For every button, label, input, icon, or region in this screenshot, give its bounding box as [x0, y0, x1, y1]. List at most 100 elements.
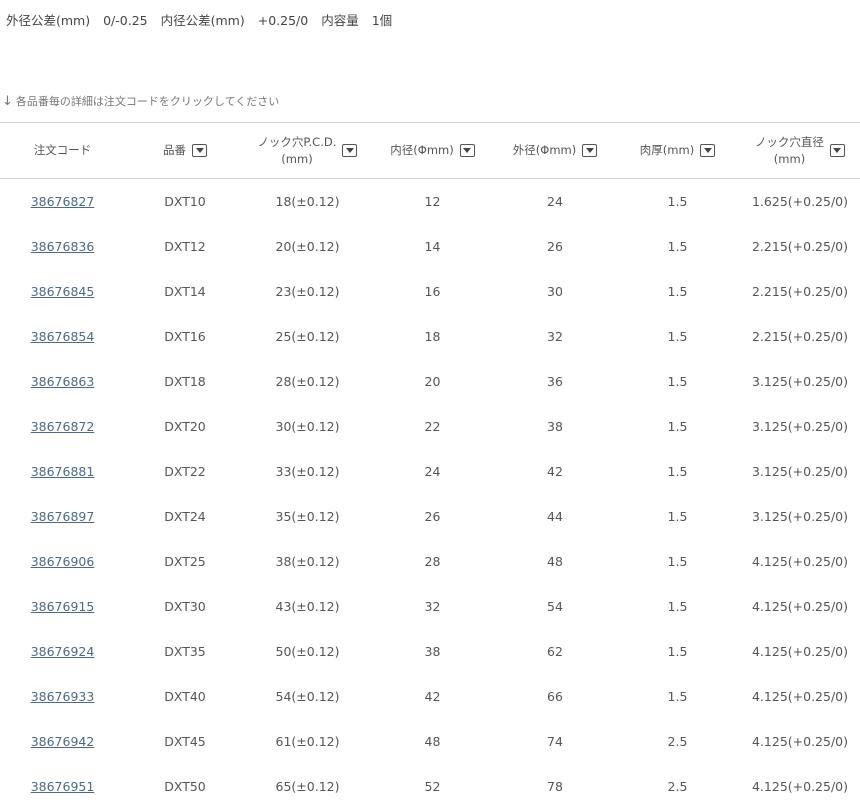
filter-dropdown-button[interactable] — [459, 144, 475, 157]
table-row: 38676854 DXT16 25(±0.12) 18 32 1.5 2.215(+0.25… — [0, 314, 860, 359]
cell-thickness: 1.5 — [667, 553, 688, 569]
cell-part-number: DXT14 — [164, 283, 206, 299]
cell-part-number: DXT22 — [164, 463, 206, 479]
cell-inner-diameter: 28 — [424, 553, 441, 569]
cell-outer-diameter: 74 — [547, 733, 563, 749]
cell-outer-diameter: 54 — [547, 598, 563, 614]
cell-part-number: DXT30 — [164, 598, 206, 614]
outer-tolerance-label: 外径公差(mm) — [6, 13, 91, 28]
order-code-link[interactable]: 38676942 — [31, 734, 95, 749]
column-header-text: ノック穴P.C.D. (mm) — [258, 134, 337, 168]
column-header-label: 外径(Φmm) — [512, 143, 577, 157]
table-body: 38676827 DXT10 18(±0.12) 12 24 1.5 1.625(+0.25… — [0, 179, 860, 809]
cell-inner-diameter: 20 — [424, 373, 441, 389]
order-code-link[interactable]: 38676836 — [31, 239, 95, 254]
cell-inner-diameter: 22 — [424, 418, 441, 434]
cell-thickness: 1.5 — [667, 238, 688, 254]
table-row: 38676897 DXT24 35(±0.12) 26 44 1.5 3.125(+0.25… — [0, 494, 860, 539]
cell-order-code: 38676924 — [0, 629, 125, 674]
cell-outer-diameter: 62 — [547, 643, 563, 659]
cell-knock-hole-pcd: 35(±0.12) — [275, 508, 340, 524]
cell-order-code: 38676897 — [0, 494, 125, 539]
column-header-content: ノック穴直径 (mm) — [755, 134, 845, 168]
column-header-label: 肉厚(mm) — [639, 143, 695, 157]
cell-thickness: 2.5 — [667, 778, 688, 794]
cell-knock-hole-diameter: 2.215(+0.25/0) — [751, 328, 848, 344]
column-header-unit: (mm) — [773, 151, 806, 166]
cell-knock-hole-pcd: 25(±0.12) — [275, 328, 340, 344]
cell-knock-hole-pcd: 18(±0.12) — [275, 193, 340, 209]
cell-knock-hole-diameter: 4.125(+0.25/0) — [751, 733, 848, 749]
cell-inner-diameter: 42 — [424, 688, 441, 704]
filter-dropdown-button[interactable] — [829, 144, 845, 157]
order-code-link[interactable]: 38676827 — [31, 194, 95, 209]
column-header-text: 注文コード — [34, 142, 92, 159]
cell-part-number: DXT45 — [164, 733, 206, 749]
cell-knock-hole-diameter: 4.125(+0.25/0) — [751, 688, 848, 704]
cell-outer-diameter: 26 — [547, 238, 563, 254]
cell-order-code: 38676827 — [0, 179, 125, 224]
column-header-content: ノック穴P.C.D. (mm) — [258, 134, 358, 168]
order-code-link[interactable]: 38676924 — [31, 644, 95, 659]
cell-inner-diameter: 24 — [424, 463, 441, 479]
arrow-down-icon: ↓ — [2, 94, 13, 109]
chevron-down-icon — [833, 148, 842, 153]
order-code-link[interactable]: 38676845 — [31, 284, 95, 299]
chevron-down-icon — [345, 148, 354, 153]
cell-part-number: DXT24 — [164, 508, 206, 524]
column-header-knock-hole-pcd: ノック穴P.C.D. (mm) — [245, 123, 370, 179]
column-header-content: 外径(Φmm) — [513, 142, 598, 159]
column-header-order-code: 注文コード — [0, 123, 125, 179]
order-code-hint: ↓ 各品番毎の詳細は注文コードをクリックしてください — [2, 93, 279, 109]
cell-thickness: 1.5 — [667, 283, 688, 299]
quantity-label: 内容量 — [321, 13, 359, 28]
cell-outer-diameter: 24 — [547, 193, 563, 209]
cell-order-code: 38676881 — [0, 449, 125, 494]
cell-outer-diameter: 42 — [547, 463, 563, 479]
filter-dropdown-button[interactable] — [192, 144, 207, 157]
cell-knock-hole-diameter: 3.125(+0.25/0) — [751, 418, 848, 434]
chevron-down-icon — [585, 148, 594, 153]
order-code-link[interactable]: 38676906 — [31, 554, 95, 569]
order-code-link[interactable]: 38676951 — [31, 779, 95, 794]
cell-thickness: 1.5 — [667, 688, 688, 704]
cell-thickness: 1.5 — [667, 508, 688, 524]
cell-knock-hole-diameter: 4.125(+0.25/0) — [751, 643, 848, 659]
cell-thickness: 1.5 — [667, 463, 688, 479]
table-row: 38676863 DXT18 28(±0.12) 20 36 1.5 3.125(+0.25… — [0, 359, 860, 404]
order-code-link[interactable]: 38676897 — [31, 509, 95, 524]
table-row: 38676915 DXT30 43(±0.12) 32 54 1.5 4.125(+0.25… — [0, 584, 860, 629]
cell-thickness: 1.5 — [667, 598, 688, 614]
table-row: 38676906 DXT25 38(±0.12) 28 48 1.5 4.125(+0.25… — [0, 539, 860, 584]
cell-outer-diameter: 78 — [547, 778, 563, 794]
order-code-link[interactable]: 38676915 — [31, 599, 95, 614]
cell-part-number: DXT35 — [164, 643, 206, 659]
header-row: 注文コード 品番 ノック穴P.C.D. (mm) 内径(Φmm) 外径(Φmm) 肉厚(mm… — [0, 122, 860, 179]
column-header-text: 外径(Φmm) — [513, 142, 576, 159]
cell-inner-diameter: 14 — [424, 238, 441, 254]
column-header-knock-hole-diameter: ノック穴直径 (mm) — [740, 123, 860, 179]
filter-dropdown-button[interactable] — [700, 144, 716, 157]
cell-knock-hole-pcd: 65(±0.12) — [275, 778, 340, 794]
order-code-link[interactable]: 38676872 — [31, 419, 95, 434]
cell-order-code: 38676906 — [0, 539, 125, 584]
cell-inner-diameter: 38 — [424, 643, 441, 659]
cell-knock-hole-diameter: 4.125(+0.25/0) — [751, 778, 848, 794]
product-table: 注文コード 品番 ノック穴P.C.D. (mm) 内径(Φmm) 外径(Φmm) 肉厚(mm… — [0, 122, 860, 809]
order-code-link[interactable]: 38676854 — [31, 329, 95, 344]
filter-dropdown-button[interactable] — [582, 144, 598, 157]
column-header-unit: (mm) — [281, 151, 313, 166]
cell-outer-diameter: 66 — [547, 688, 563, 704]
cell-order-code: 38676951 — [0, 764, 125, 809]
cell-inner-diameter: 18 — [424, 328, 441, 344]
cell-outer-diameter: 38 — [547, 418, 563, 434]
inner-tolerance-label: 内径公差(mm) — [160, 13, 245, 28]
column-header-content: 内径(Φmm) — [390, 142, 475, 159]
order-code-link[interactable]: 38676933 — [31, 689, 95, 704]
cell-outer-diameter: 36 — [547, 373, 563, 389]
cell-order-code: 38676863 — [0, 359, 125, 404]
order-code-link[interactable]: 38676863 — [31, 374, 95, 389]
filter-dropdown-button[interactable] — [342, 144, 358, 157]
outer-tolerance-value: 0/-0.25 — [103, 13, 148, 28]
order-code-link[interactable]: 38676881 — [31, 464, 95, 479]
